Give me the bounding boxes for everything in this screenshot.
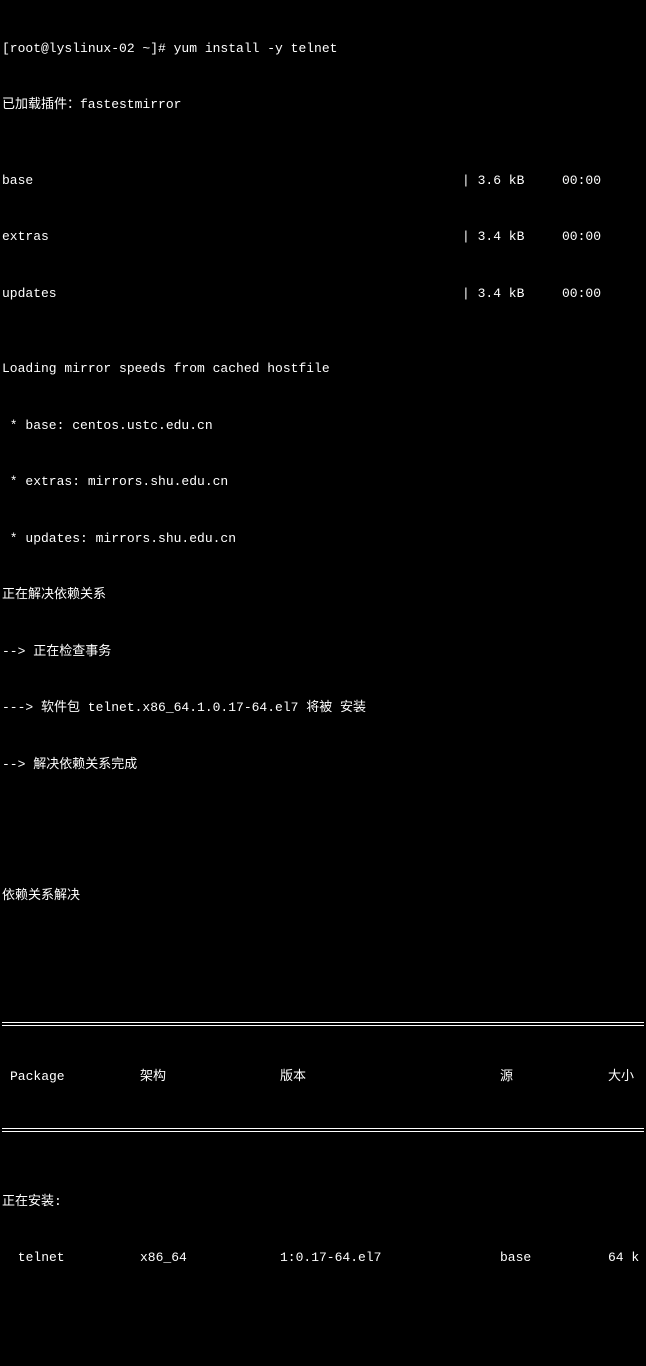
- text-line: Loading mirror speeds from cached hostfi…: [2, 360, 644, 379]
- repo-size: | 3.4 kB: [462, 228, 562, 247]
- blank-line: [2, 943, 644, 961]
- cell-version: 1:0.17-64.el7: [280, 1249, 500, 1268]
- col-package: Package: [2, 1068, 140, 1087]
- col-repo: 源: [500, 1068, 608, 1087]
- cell-repo: base: [500, 1249, 608, 1268]
- terminal-output: [root@lyslinux-02 ~]# yum install -y tel…: [2, 2, 644, 1366]
- col-size: 大小: [608, 1068, 644, 1087]
- col-version: 版本: [280, 1068, 500, 1087]
- mirror-line: * updates: mirrors.shu.edu.cn: [2, 530, 644, 549]
- text-line: 已加载插件：fastestmirror: [2, 96, 644, 115]
- cell-arch: x86_64: [140, 1249, 280, 1268]
- text-line: 正在解决依赖关系: [2, 586, 644, 605]
- repo-name: updates: [2, 285, 462, 304]
- cell-package: telnet: [2, 1249, 140, 1268]
- repo-name: extras: [2, 228, 462, 247]
- divider-double: [2, 1022, 644, 1026]
- repo-row: updates | 3.4 kB 00:00: [2, 285, 644, 304]
- repo-row: extras | 3.4 kB 00:00: [2, 228, 644, 247]
- cell-size: 64 k: [608, 1249, 646, 1268]
- blank-line: [2, 831, 644, 849]
- text-line: 依赖关系解决: [2, 887, 644, 906]
- repo-name: base: [2, 172, 462, 191]
- text-line: 正在安装:: [2, 1193, 644, 1212]
- text-line: --> 正在检查事务: [2, 643, 644, 662]
- package-table-header: Package 架构 版本 源 大小: [2, 1068, 644, 1087]
- package-table-row: telnet x86_64 1:0.17-64.el7 base 64 k: [2, 1249, 644, 1268]
- text-line: --> 解决依赖关系完成: [2, 756, 644, 775]
- text-line: ---> 软件包 telnet.x86_64.1.0.17-64.el7 将被 …: [2, 699, 644, 718]
- mirror-line: * base: centos.ustc.edu.cn: [2, 417, 644, 436]
- repo-time: 00:00: [562, 172, 632, 191]
- repo-size: | 3.4 kB: [462, 285, 562, 304]
- mirror-line: * extras: mirrors.shu.edu.cn: [2, 473, 644, 492]
- repo-row: base | 3.6 kB 00:00: [2, 172, 644, 191]
- col-arch: 架构: [140, 1068, 280, 1087]
- command-line: [root@lyslinux-02 ~]# yum install -y tel…: [2, 40, 644, 59]
- repo-time: 00:00: [562, 228, 632, 247]
- repo-size: | 3.6 kB: [462, 172, 562, 191]
- repo-time: 00:00: [562, 285, 632, 304]
- blank-line: [2, 1325, 644, 1343]
- divider-double: [2, 1128, 644, 1132]
